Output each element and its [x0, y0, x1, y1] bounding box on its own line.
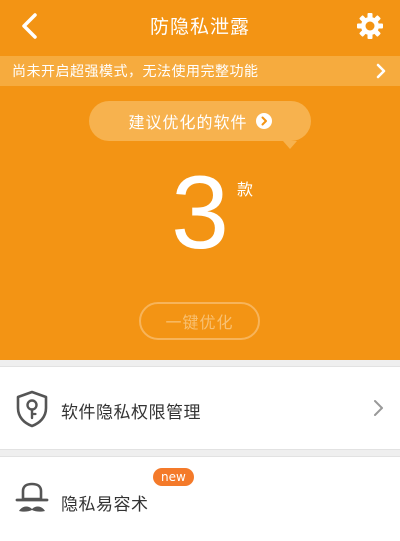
one-click-optimize-button[interactable]: 一键优化: [139, 302, 260, 340]
app-permission-manager-label: 软件隐私权限管理: [61, 403, 201, 423]
app-permission-manager-item[interactable]: 软件隐私权限管理: [0, 366, 400, 450]
navigation-bar: 防隐私泄露: [0, 0, 400, 52]
app-count: 3: [171, 155, 229, 271]
hero-panel: 防隐私泄露 尚未开启超强模式，无法使用完整功能 建议优化的软件 3 款 一键优化: [0, 0, 400, 360]
privacy-disguise-item[interactable]: 隐私易容术 new: [0, 456, 400, 541]
suggested-apps-button[interactable]: 建议优化的软件: [89, 101, 311, 149]
banner-text: 尚未开启超强模式，无法使用完整功能: [12, 64, 259, 80]
suggested-apps-label: 建议优化的软件: [128, 113, 248, 132]
app-count-unit: 款: [237, 180, 254, 199]
enhanced-mode-banner[interactable]: 尚未开启超强模式，无法使用完整功能: [0, 56, 400, 86]
shield-key-icon: [16, 390, 48, 428]
chevron-right-icon: [376, 63, 386, 79]
settings-button[interactable]: [354, 10, 386, 42]
screen: 防隐私泄露 尚未开启超强模式，无法使用完整功能 建议优化的软件 3 款 一键优化…: [0, 0, 400, 541]
page-title: 防隐私泄露: [149, 16, 250, 38]
chevron-right-icon: [374, 400, 383, 416]
hat-mustache-icon: [15, 482, 49, 512]
new-badge: new: [153, 468, 194, 486]
gear-icon: [357, 13, 383, 39]
privacy-disguise-label: 隐私易容术: [61, 495, 149, 515]
arrow-circle-icon: [255, 113, 272, 129]
